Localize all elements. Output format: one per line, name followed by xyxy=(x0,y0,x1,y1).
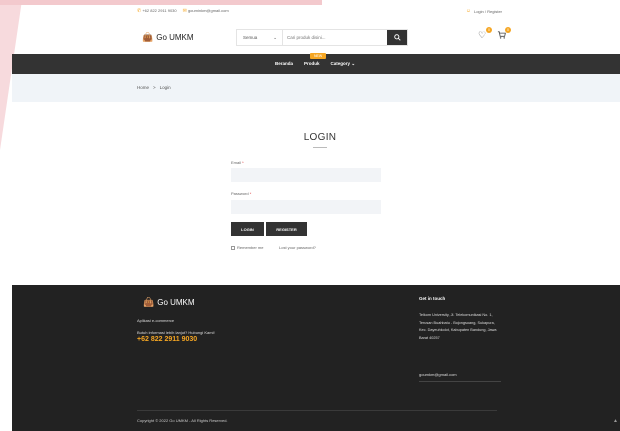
top-bar: ✆ +62 822 2911 9030 ✉ gouminkm@gmail.com… xyxy=(0,0,620,24)
top-phone[interactable]: ✆ +62 822 2911 9030 xyxy=(137,8,177,14)
wishlist-count-badge: 0 xyxy=(486,27,492,33)
footer: 👜 Go UMKM Aplikasi e-commerce Butuh info… xyxy=(12,285,620,431)
footer-help-text: Butuh informasi lebih lanjut? Hubungi Ka… xyxy=(137,330,215,335)
footer-contact-title: Get in touch xyxy=(419,296,446,301)
user-icon: ☺ xyxy=(465,8,471,14)
scroll-to-top-icon[interactable]: ▲ xyxy=(613,418,618,424)
lost-password-link[interactable]: Lost your password? xyxy=(279,245,316,250)
nav-item-produk[interactable]: Produk xyxy=(304,61,320,67)
remember-me[interactable]: Remember me xyxy=(231,245,263,250)
search-bar: Semua ⌄ xyxy=(236,29,408,46)
logo-text: Go UMKM xyxy=(156,33,194,42)
footer-divider xyxy=(419,381,501,382)
search-category-select[interactable]: Semua ⌄ xyxy=(237,30,283,45)
top-email[interactable]: ✉ gouminkm@gmail.com xyxy=(183,8,229,14)
site-logo[interactable]: 👜 Go UMKM xyxy=(142,32,194,43)
breadcrumb-current: Login xyxy=(159,85,171,90)
nav-items: Beranda Produk Category ⌄ xyxy=(275,61,355,67)
heart-icon: ♡ xyxy=(478,30,487,40)
main-nav: NEW Beranda Produk Category ⌄ xyxy=(12,53,620,74)
cart-count-badge: 0 xyxy=(505,27,511,33)
shopping-bag-icon: 👜 xyxy=(142,32,154,42)
wishlist-button[interactable]: ♡ 0 xyxy=(478,27,492,40)
page-title: LOGIN xyxy=(303,132,337,143)
footer-logo[interactable]: 👜 Go UMKM xyxy=(143,297,195,308)
phone-icon: ✆ xyxy=(137,8,142,14)
nav-item-category[interactable]: Category ⌄ xyxy=(331,61,356,67)
breadcrumb: Home > Login xyxy=(137,85,171,90)
top-bar-contacts: ✆ +62 822 2911 9030 ✉ gouminkm@gmail.com xyxy=(137,8,229,14)
cart-button[interactable]: 0 xyxy=(497,27,511,40)
password-label: Password * xyxy=(231,191,252,196)
nav-item-beranda[interactable]: Beranda xyxy=(275,61,293,67)
login-register-link[interactable]: ☺ Login / Register xyxy=(466,8,502,14)
footer-phone[interactable]: +62 822 2911 9030 xyxy=(137,336,197,343)
search-icon xyxy=(393,34,401,41)
mail-icon: ✉ xyxy=(182,8,187,14)
header-icons: ♡ 0 0 xyxy=(478,27,511,40)
footer-tagline: Aplikasi e-commerce xyxy=(137,318,175,323)
remember-me-checkbox[interactable] xyxy=(231,245,235,250)
breadcrumb-separator: > xyxy=(153,85,156,90)
shopping-bag-icon: 👜 xyxy=(143,297,155,307)
chevron-down-icon: ⌄ xyxy=(273,34,277,40)
email-label: Email * xyxy=(231,160,244,165)
email-field[interactable] xyxy=(231,168,381,182)
search-input[interactable] xyxy=(283,30,387,45)
title-divider xyxy=(313,147,327,148)
footer-divider xyxy=(137,410,497,411)
footer-email[interactable]: goumkm@gmail.com xyxy=(419,372,457,377)
header: 👜 Go UMKM Semua ⌄ ♡ 0 0 xyxy=(0,24,620,54)
footer-copyright: Copyright © 2022 Go UMKM - All Rights Re… xyxy=(137,418,228,423)
password-field[interactable] xyxy=(231,200,381,214)
breadcrumb-bar: Home > Login xyxy=(12,74,620,102)
breadcrumb-home[interactable]: Home xyxy=(137,85,149,90)
chevron-down-icon: ⌄ xyxy=(351,61,356,66)
footer-address: Telkom University, Jl. Telekomunikasi No… xyxy=(419,313,497,340)
search-button[interactable] xyxy=(387,30,407,45)
login-button[interactable]: LOGIN xyxy=(231,222,264,236)
register-button[interactable]: REGISTER xyxy=(266,222,307,236)
new-badge: NEW xyxy=(310,53,327,59)
